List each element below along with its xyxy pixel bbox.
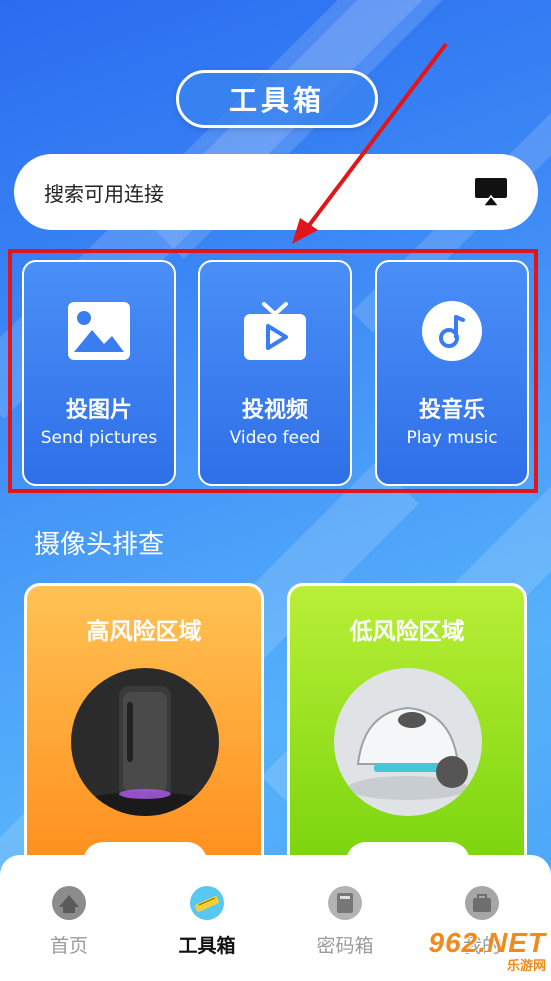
- highlight-box: [8, 249, 538, 493]
- password-book-icon: [328, 886, 362, 920]
- low-risk-zone-card[interactable]: 低风险区域: [287, 583, 527, 873]
- camera-check-title: 摄像头排查: [34, 530, 165, 560]
- watermark-site-name: 乐游网: [506, 958, 546, 974]
- tab-password-box[interactable]: 密码箱: [290, 885, 400, 958]
- zone-title: 低风险区域: [349, 619, 465, 645]
- tab-label: 密码箱: [316, 935, 374, 957]
- site-watermark: 962.NET 乐游网: [412, 924, 547, 976]
- tab-label: 首页: [49, 935, 88, 957]
- tab-label: 工具箱: [178, 935, 236, 957]
- tab-home[interactable]: 首页: [14, 885, 124, 958]
- red-arrow-annotation: [292, 42, 448, 244]
- home-icon: [52, 886, 86, 920]
- profile-bag-icon: [465, 886, 499, 920]
- high-risk-zone-card[interactable]: 高风险区域: [24, 583, 264, 873]
- tab-toolbox[interactable]: 工具箱: [152, 885, 262, 958]
- speaker-image: [71, 668, 219, 816]
- robot-cleaner-image: [334, 668, 482, 816]
- toolbox-icon: [190, 886, 224, 920]
- zone-title: 高风险区域: [86, 619, 202, 645]
